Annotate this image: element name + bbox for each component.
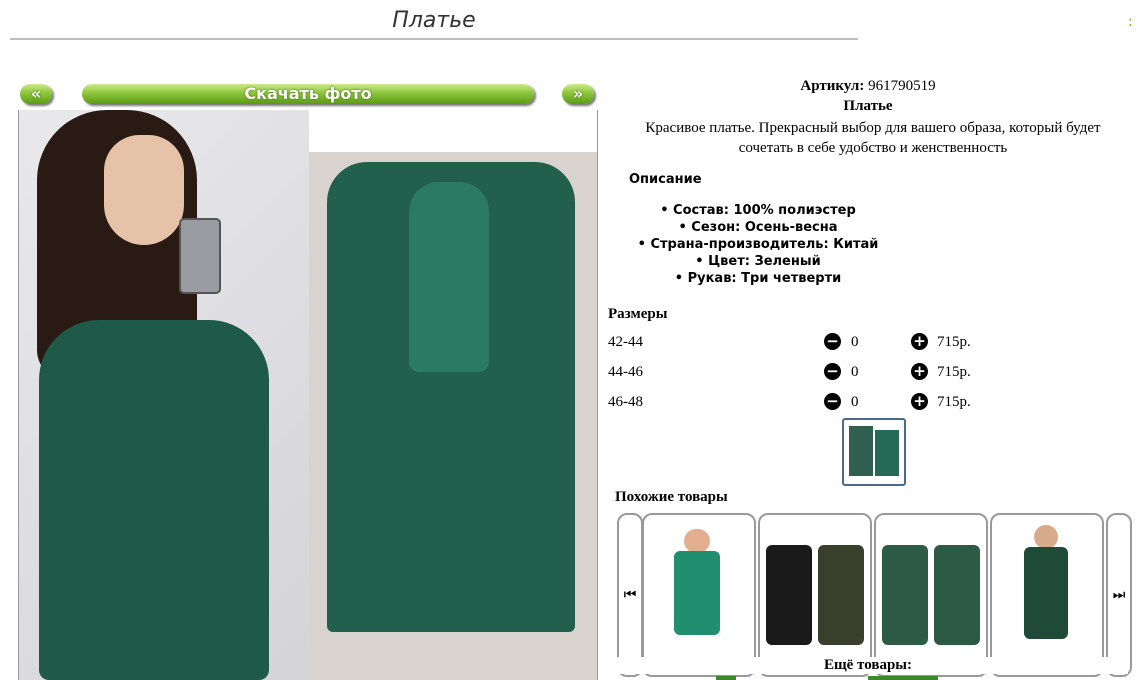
card-image-model-a [882, 545, 928, 645]
edge-mark: : [1128, 14, 1133, 30]
photo-thumbnail[interactable] [842, 418, 906, 486]
page-title: Платье [10, 4, 858, 40]
quantity-value: 0 [851, 334, 859, 350]
spec-item: Страна-производитель: Китай [608, 236, 908, 253]
size-row: 44-46 − 0 + 715р. [608, 363, 1128, 388]
spec-item: Состав: 100% полиэстер [608, 202, 908, 219]
plus-icon[interactable]: + [911, 393, 928, 410]
photo-arm [174, 340, 234, 470]
size-label: 42-44 [608, 334, 643, 350]
description-heading: Описание [629, 172, 702, 187]
card-image-head [684, 529, 710, 553]
sizes-heading: Размеры [608, 306, 668, 322]
minus-icon[interactable]: − [824, 333, 841, 350]
thumbnail-model [849, 426, 873, 476]
card-image-head [1034, 525, 1058, 549]
more-link[interactable] [868, 676, 938, 680]
similar-product-card[interactable] [758, 513, 872, 677]
similar-product-card[interactable] [990, 513, 1104, 677]
product-description: Красивое платье. Прекрасный выбор для ва… [645, 120, 1101, 156]
size-label: 44-46 [608, 364, 643, 380]
plus-icon[interactable]: + [911, 333, 928, 350]
plus-icon[interactable]: + [911, 363, 928, 380]
sku-value: 961790519 [868, 78, 936, 94]
similar-heading: Похожие товары [615, 489, 728, 505]
spec-item: Сезон: Осень-весна [608, 219, 908, 236]
photo-face [104, 135, 184, 245]
photo-phone [179, 218, 221, 294]
product-photo[interactable] [18, 110, 598, 680]
product-name: Платье [843, 98, 893, 114]
more-products-heading: Ещё товары: [608, 657, 1128, 674]
card-image-dress [1024, 547, 1068, 639]
next-photo-button[interactable]: » [562, 84, 594, 104]
minus-icon[interactable]: − [824, 393, 841, 410]
photo-bow [409, 182, 489, 372]
quantity-value: 0 [851, 364, 859, 380]
card-image-model-b [934, 545, 980, 645]
thumbnail-dress [875, 430, 899, 476]
card-image-model-a [766, 545, 812, 645]
photo-dress-flat [309, 152, 597, 680]
card-image-dress [674, 551, 720, 635]
sku-label: Артикул: [800, 78, 865, 94]
price-value: 715р. [937, 334, 971, 350]
download-photo-button[interactable]: Скачать фото [82, 84, 534, 104]
more-link[interactable] [716, 676, 736, 680]
spec-item: Рукав: Три четверти [608, 270, 908, 287]
size-row: 46-48 − 0 + 715р. [608, 393, 1128, 418]
spec-list: Состав: 100% полиэстер Сезон: Осень-весн… [608, 202, 908, 287]
sku-line: Артикул: 961790519 [608, 78, 1128, 95]
price-value: 715р. [937, 364, 971, 380]
similar-product-card[interactable] [874, 513, 988, 677]
spec-item: Цвет: Зеленый [608, 253, 908, 270]
price-value: 715р. [937, 394, 971, 410]
photo-model [19, 110, 309, 680]
similar-product-card[interactable] [642, 513, 756, 677]
card-image-model-b [818, 545, 864, 645]
carousel-next-icon[interactable]: ⏭ [1106, 513, 1132, 677]
minus-icon[interactable]: − [824, 363, 841, 380]
size-row: 42-44 − 0 + 715р. [608, 333, 1128, 358]
prev-photo-button[interactable]: « [20, 84, 52, 104]
size-label: 46-48 [608, 394, 643, 410]
photo-dress-front [39, 320, 269, 680]
carousel-prev-icon[interactable]: ⏮ [617, 513, 643, 677]
quantity-value: 0 [851, 394, 859, 410]
